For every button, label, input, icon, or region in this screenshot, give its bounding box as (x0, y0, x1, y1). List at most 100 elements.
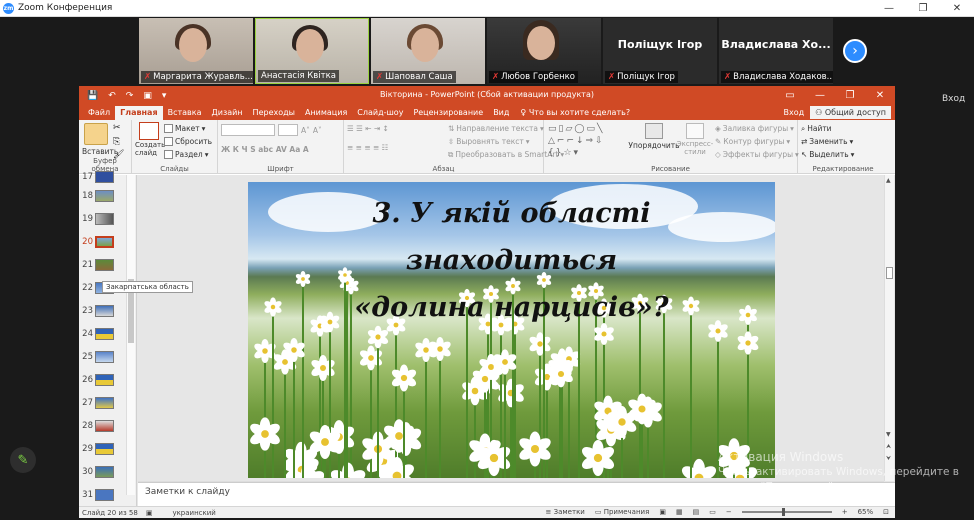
close-icon[interactable]: ✕ (940, 0, 974, 17)
group-editing: ⌕ Найти ⇄ Заменить ▾ ↖ Выделить ▾ Редактиро… (798, 120, 888, 174)
tell-me-search[interactable]: ♀ Что вы хотите сделать? (520, 106, 630, 120)
reset-button[interactable]: Сбросить (164, 135, 212, 148)
tab-slideshow[interactable]: Слайд-шоу (352, 106, 408, 120)
participant-tile[interactable]: Поліщук Ігор ✗ Поліщук Ігор (603, 18, 717, 84)
participant-tile[interactable]: ✗ Шаповал Саша (371, 18, 485, 84)
slide-counter: Слайд 20 из 58 (82, 508, 138, 517)
muted-mic-icon: ✗ (724, 72, 732, 82)
slide-thumbnails-pane: 17 18 19 20 21 22 23 24 25 26 27 28 29 3… (79, 171, 137, 506)
grow-font-icon[interactable]: A˄ (301, 124, 310, 137)
annotate-pen-icon[interactable]: ✎ (10, 447, 36, 473)
participant-name: Поліщук Ігор (617, 72, 675, 82)
restore-icon[interactable]: ❐ (835, 86, 865, 105)
slideshow-view-icon[interactable]: ▭ (709, 508, 716, 516)
ppt-window-title: Вікторина - PowerPoint (Сбой активации п… (380, 90, 594, 99)
paste-icon[interactable] (84, 123, 108, 145)
share-button[interactable]: ⚇ Общий доступ (810, 106, 891, 119)
language-indicator[interactable]: украинский (172, 509, 215, 517)
group-label: Редактирование (812, 165, 874, 173)
fit-slide-icon[interactable]: ⊡ (883, 508, 889, 516)
arrange-icon[interactable] (645, 123, 663, 139)
participant-tile[interactable]: Владислава Хо... ✗ Владислава Ходаков... (719, 18, 833, 84)
group-label: Слайды (160, 165, 189, 173)
comments-toggle[interactable]: ▭ Примечания (595, 508, 649, 516)
shape-effects-button[interactable]: ◇ Эффекты фигуры ▾ (715, 148, 799, 161)
font-name-box[interactable] (221, 124, 275, 136)
replace-icon: ⇄ (801, 137, 808, 146)
shrink-font-icon[interactable]: A˅ (313, 124, 322, 137)
sorter-view-icon[interactable]: ▦ (676, 508, 683, 516)
spellcheck-icon[interactable]: ▣ (146, 509, 153, 517)
outline-icon: ✎ (715, 137, 722, 146)
group-label: Рисование (651, 165, 690, 173)
slide-question-text[interactable]: 3. У якій області знаходиться «долина на… (248, 190, 775, 331)
quick-styles-button[interactable]: Экспресс-стили (676, 139, 714, 157)
tab-view[interactable]: Вид (488, 106, 514, 120)
select-button[interactable]: ↖ Выделить ▾ (801, 148, 885, 161)
tab-file[interactable]: Файл (83, 106, 115, 120)
tab-design[interactable]: Дизайн (207, 106, 248, 120)
slide-vertical-scrollbar[interactable]: ▲ ▼ ⮝ ⮟ (884, 175, 894, 481)
zoom-level[interactable]: 65% (858, 508, 874, 516)
ribbon-tabs: Файл Главная Вставка Дизайн Переходы Ани… (79, 105, 895, 120)
participant-tile-active-speaker[interactable]: Анастасія Квітка (255, 18, 369, 84)
section-button[interactable]: Раздел ▾ (164, 148, 212, 161)
participant-big-name: Поліщук Ігор (617, 38, 703, 51)
copy-icon[interactable]: ⎘ (113, 137, 120, 147)
notes-icon: ≡ (545, 508, 554, 516)
muted-mic-icon: ✗ (376, 72, 384, 82)
font-format-buttons[interactable]: Ж К Ч S abc AV Aa A (221, 143, 340, 156)
tab-transitions[interactable]: Переходы (248, 106, 300, 120)
ribbon-display-icon[interactable]: ▭ (775, 86, 805, 105)
cut-icon[interactable]: ✂ (113, 123, 121, 133)
close-icon[interactable]: ✕ (865, 86, 895, 105)
scroll-up-icon[interactable]: ▲ (886, 177, 891, 184)
arrange-button[interactable]: Упорядочить (628, 139, 679, 152)
shapes-gallery[interactable]: ▭▯▱◯▭╲ △⌐⌐↓⇒⇩ {}☆▾ (548, 123, 626, 159)
notes-pane[interactable]: Заметки к слайду (138, 482, 895, 506)
zoom-in-icon[interactable]: + (842, 508, 848, 516)
replace-button[interactable]: ⇄ Заменить ▾ (801, 135, 885, 148)
scroll-down-icon[interactable]: ▼ (886, 431, 891, 438)
powerpoint-window: 💾 ↶ ↷ ▣ ▾ Вікторина - PowerPoint (Сбой а… (79, 86, 895, 518)
notes-toggle[interactable]: ≡ Заметки (546, 508, 585, 516)
signin-link[interactable]: Вход (783, 106, 804, 119)
thumbnails-scrollbar[interactable] (126, 175, 135, 495)
layout-button[interactable]: Макет ▾ (164, 122, 212, 135)
restore-icon[interactable]: ❐ (906, 0, 940, 17)
new-slide-icon[interactable] (139, 122, 159, 140)
participant-tile[interactable]: ✗ Маргарита Журавль... (139, 18, 253, 84)
slide-canvas: 3. У якій області знаходиться «долина на… (138, 175, 881, 481)
font-size-box[interactable] (278, 124, 298, 136)
find-button[interactable]: ⌕ Найти (801, 122, 885, 135)
select-icon: ↖ (801, 150, 808, 159)
group-clipboard: Вставить ✂ ⎘ 🖌 Буфер обмена (79, 120, 132, 174)
tab-animations[interactable]: Анимация (300, 106, 352, 120)
scroll-thumb[interactable] (886, 267, 893, 279)
zoom-slider[interactable] (741, 508, 832, 516)
tab-insert[interactable]: Вставка (163, 106, 207, 120)
slide-20[interactable]: 3. У якій області знаходиться «долина на… (248, 182, 775, 478)
group-slides: Создать слайд Макет ▾ Сбросить Раздел ▾ … (132, 120, 218, 174)
zoom-login-link[interactable]: Вход (942, 94, 965, 104)
normal-view-icon[interactable]: ▣ (659, 508, 666, 516)
lightbulb-icon: ♀ (520, 108, 529, 117)
next-slide-icon[interactable]: ⮟ (886, 455, 891, 463)
reading-view-icon[interactable]: ▤ (693, 508, 700, 516)
minimize-icon[interactable]: — (872, 0, 906, 17)
minimize-icon[interactable]: — (805, 86, 835, 105)
zoom-logo-icon: zm (3, 2, 14, 14)
smartart-icon: ⧉ (448, 149, 454, 159)
participant-name: Любов Горбенко (501, 72, 575, 82)
zoom-out-icon[interactable]: − (726, 508, 732, 516)
tab-review[interactable]: Рецензирование (408, 106, 488, 120)
prev-slide-icon[interactable]: ⮝ (886, 443, 891, 451)
next-page-button[interactable]: › (843, 39, 867, 63)
shape-fill-button[interactable]: ◈ Заливка фигуры ▾ (715, 122, 799, 135)
quick-styles-icon[interactable] (686, 123, 704, 139)
new-slide-button[interactable]: Создать слайд (135, 140, 165, 158)
align-text-icon: ⇳ (448, 137, 455, 146)
shape-outline-button[interactable]: ✎ Контур фигуры ▾ (715, 135, 799, 148)
participant-tile[interactable]: ✗ Любов Горбенко (487, 18, 601, 84)
tab-home[interactable]: Главная (115, 106, 163, 120)
